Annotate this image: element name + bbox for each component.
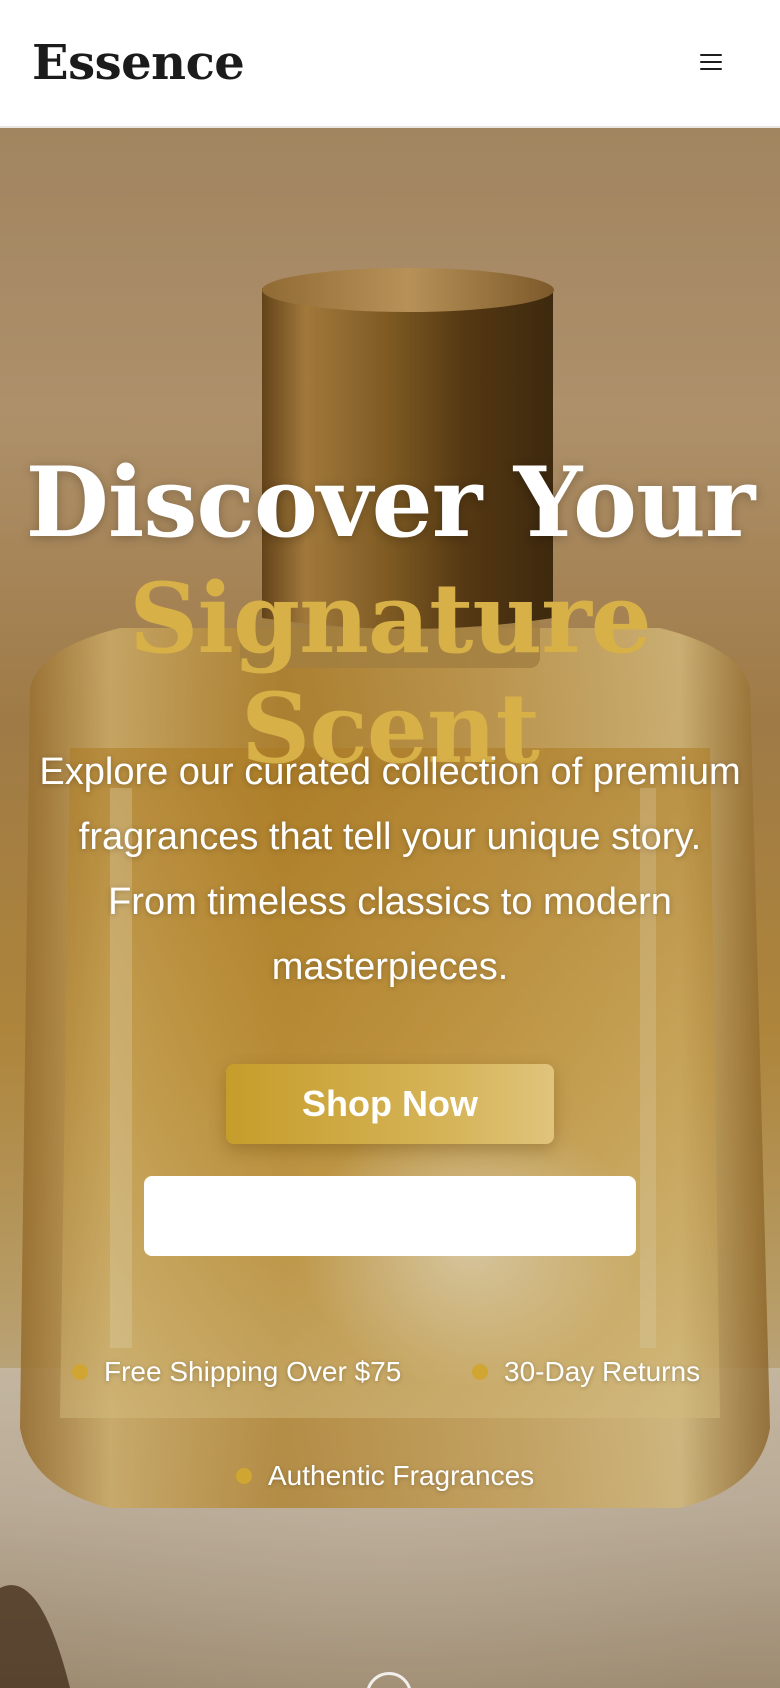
menu-icon-line <box>700 54 722 56</box>
feature-label: Authentic Fragrances <box>268 1460 535 1491</box>
bullet-dot-icon <box>472 1363 488 1380</box>
hero-content: Discover Your Signature Scent Explore ou… <box>0 128 780 1688</box>
feature-returns: 30-Day Returns <box>472 1352 700 1392</box>
feature-authentic: Authentic Fragrances <box>236 1456 534 1496</box>
bullet-dot-icon <box>236 1467 252 1484</box>
hamburger-menu-button[interactable] <box>698 50 726 74</box>
scroll-down-icon[interactable] <box>366 1672 412 1688</box>
hero-section: Discover Your Signature Scent Explore ou… <box>0 128 780 1688</box>
hero-title-line1: Discover Your <box>25 446 756 559</box>
feature-label: 30-Day Returns <box>504 1356 701 1387</box>
site-header: Essence <box>0 0 780 128</box>
hero-subtitle: Explore our curated collection of premiu… <box>39 751 741 988</box>
feature-free-shipping: Free Shipping Over $75 <box>72 1352 401 1392</box>
brand-logo[interactable]: Essence <box>32 30 245 96</box>
bullet-dot-icon <box>72 1363 88 1380</box>
menu-icon-line <box>700 68 722 70</box>
feature-label: Free Shipping Over $75 <box>104 1356 402 1387</box>
shop-now-button[interactable]: Shop Now <box>226 1064 554 1144</box>
secondary-cta-button[interactable] <box>144 1176 636 1256</box>
page: Essence Discover Your Signature Scent Ex… <box>0 0 780 1688</box>
menu-icon-line <box>700 61 722 63</box>
